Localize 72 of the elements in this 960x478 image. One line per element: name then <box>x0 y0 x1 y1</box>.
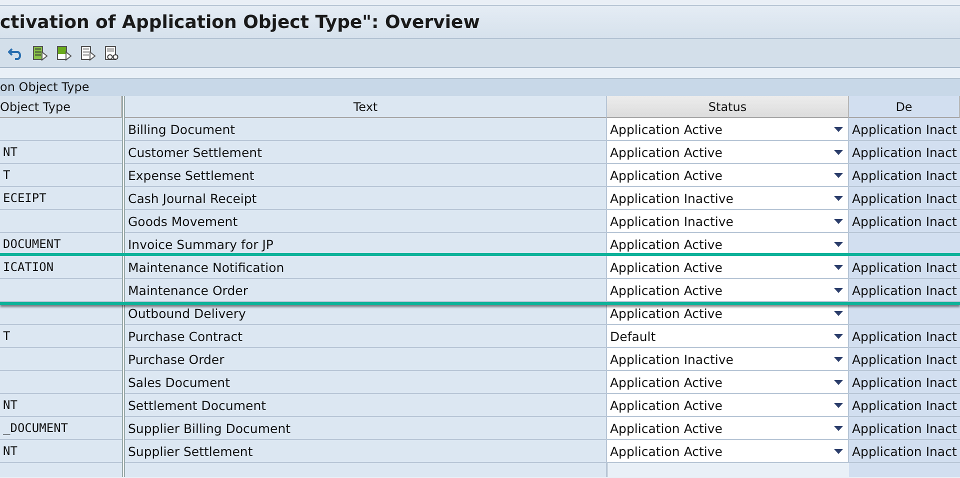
status-dropdown[interactable]: Application Active <box>607 440 849 463</box>
table-cell: Billing Document <box>125 118 607 141</box>
column-header[interactable]: De <box>849 96 960 118</box>
caret-icon <box>834 242 843 246</box>
table-cell: NT <box>0 394 122 417</box>
table-cell: Expense Settlement <box>125 164 607 187</box>
status-dropdown[interactable]: Application Active <box>607 164 849 187</box>
table-cell: Maintenance Order <box>125 279 607 302</box>
caret-icon <box>834 150 843 154</box>
table-cell: NT <box>0 440 122 463</box>
caret-icon <box>834 288 843 292</box>
column-header[interactable]: Object Type <box>0 96 122 118</box>
column-header[interactable]: Text <box>125 96 607 118</box>
table-cell: T <box>0 325 122 348</box>
table-cell: Maintenance Notification <box>125 256 607 279</box>
status-dropdown[interactable]: Application Active <box>607 417 849 440</box>
table-cell: ICATION <box>0 256 122 279</box>
table-cell: Application Inact <box>849 141 960 164</box>
caret-icon <box>834 402 843 408</box>
caret-icon <box>834 448 843 454</box>
table-cell: Application Inact <box>849 164 960 187</box>
caret-icon <box>834 196 843 200</box>
table-cell: Purchase Contract <box>125 325 607 348</box>
caret-icon <box>834 172 843 178</box>
table-cell: Goods Movement <box>125 210 607 233</box>
table-cell: _DOCUMENT <box>0 417 122 440</box>
table-cell: Purchase Order <box>125 348 607 371</box>
table-cell: Application Inact <box>849 279 960 302</box>
table-cell: Sales Document <box>125 371 607 394</box>
caret-icon <box>834 126 843 132</box>
table-cell: Supplier Billing Document <box>125 417 607 440</box>
status-dropdown[interactable]: Default <box>607 325 849 348</box>
table-cell: Application Inact <box>849 348 960 371</box>
status-dropdown[interactable]: Application Inactive <box>607 348 849 371</box>
caret-icon <box>834 380 843 384</box>
table-cell: Application Inact <box>849 394 960 417</box>
status-dropdown[interactable]: Application Active <box>607 118 849 141</box>
status-dropdown[interactable]: Application Active <box>607 141 849 164</box>
status-dropdown[interactable]: Application Inactive <box>607 210 849 233</box>
table-group-title: on Object Type <box>0 79 960 96</box>
caret-icon <box>834 218 843 224</box>
status-dropdown[interactable]: Application Active <box>607 256 849 279</box>
status-dropdown[interactable]: Application Inactive <box>607 187 849 210</box>
document-icon[interactable] <box>80 45 96 61</box>
document-icon[interactable] <box>32 45 48 61</box>
table-cell: Application Inact <box>849 440 960 463</box>
table-cell: Application Inact <box>849 118 960 141</box>
table-cell: Application Inact <box>849 417 960 440</box>
table-cell: NT <box>0 141 122 164</box>
status-dropdown[interactable]: Application Active <box>607 371 849 394</box>
caret-icon <box>834 356 843 362</box>
caret-icon <box>834 310 843 316</box>
table-cell: Cash Journal Receipt <box>125 187 607 210</box>
table-cell: Settlement Document <box>125 394 607 417</box>
table-cell: Application Inact <box>849 256 960 279</box>
status-dropdown[interactable]: Application Active <box>607 394 849 417</box>
caret-icon <box>834 426 843 430</box>
caret-icon <box>834 334 843 338</box>
caret-icon <box>834 264 843 270</box>
table-cell: ECEIPT <box>0 187 122 210</box>
table-cell: Application Inact <box>849 210 960 233</box>
document-icon[interactable] <box>56 45 72 61</box>
glasses-icon[interactable] <box>104 45 120 61</box>
table-cell: Supplier Settlement <box>125 440 607 463</box>
table-cell: Customer Settlement <box>125 141 607 164</box>
table-cell: T <box>0 164 122 187</box>
column-header[interactable]: Status <box>607 96 849 118</box>
table-cell: Application Inact <box>849 325 960 348</box>
table-cell: Application Inact <box>849 187 960 210</box>
window-title: ctivation of Application Object Type": Overview <box>0 12 480 32</box>
status-dropdown[interactable]: Application Active <box>607 279 849 302</box>
table-cell: Application Inact <box>849 371 960 394</box>
